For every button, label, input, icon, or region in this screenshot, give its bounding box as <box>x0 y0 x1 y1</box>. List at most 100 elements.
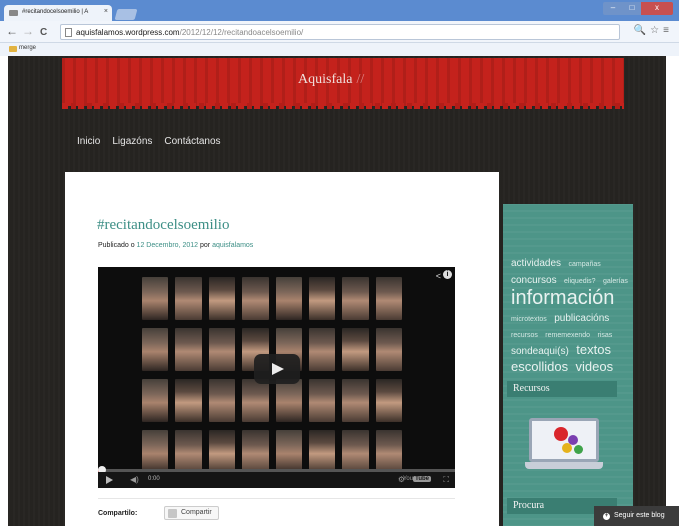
play-button[interactable] <box>254 354 300 384</box>
face-thumbnail <box>242 277 269 320</box>
favicon-icon <box>9 10 18 16</box>
main-nav: Inicio Ligazóns Contáctanos <box>77 136 221 147</box>
face-thumbnail <box>208 328 236 371</box>
web-page: Aquisfala// Inicio Ligazóns Contáctanos … <box>8 56 666 526</box>
share-icon <box>168 509 177 518</box>
forward-button[interactable]: → <box>22 25 34 38</box>
face-thumbnail <box>275 430 302 473</box>
tag-link[interactable]: galerías <box>603 278 628 285</box>
bookmark-label: merge <box>19 45 37 51</box>
tag-link[interactable]: rememexendo <box>545 332 590 339</box>
tag-link[interactable]: microtextos <box>511 316 547 323</box>
tag-link[interactable]: campañas <box>568 261 600 268</box>
tag-link[interactable]: recursos <box>511 332 538 339</box>
post-content: #recitandocelsoemilio Publicado o 12 Dec… <box>65 172 499 526</box>
face-thumbnail <box>375 379 402 422</box>
close-window-button[interactable]: x <box>641 2 673 15</box>
tag-link[interactable]: información <box>511 287 614 309</box>
nav-item-ligazons[interactable]: Ligazóns <box>112 136 152 147</box>
face-thumbnail <box>275 379 302 422</box>
window-controls: – □ x <box>603 2 673 16</box>
bookmark-folder[interactable]: merge <box>9 45 37 52</box>
face-thumbnail <box>208 379 236 422</box>
share-label: Compartilo: <box>98 510 138 517</box>
face-thumbnail <box>308 430 336 473</box>
face-thumbnail <box>175 277 202 320</box>
laptop-screen <box>529 418 599 462</box>
tag-link[interactable]: risas <box>598 332 613 339</box>
recursos-laptop-image[interactable] <box>525 418 603 474</box>
volume-icon[interactable]: ◀) <box>130 475 139 484</box>
share-button[interactable]: Compartir <box>164 506 219 520</box>
face-thumbnail <box>242 430 269 473</box>
tag-link[interactable]: actividades <box>511 258 561 269</box>
face-thumbnail <box>342 379 369 422</box>
face-thumbnail <box>142 277 169 320</box>
laptop-base <box>525 462 603 469</box>
video-share-icon[interactable]: < <box>436 271 441 281</box>
small-play-icon[interactable] <box>106 476 113 484</box>
maximize-button[interactable]: □ <box>623 2 641 15</box>
face-thumbnail <box>142 430 169 473</box>
face-thumbnail <box>375 277 402 320</box>
nav-item-contactanos[interactable]: Contáctanos <box>164 136 220 147</box>
follow-label: Seguir este blog <box>614 512 665 519</box>
site-title[interactable]: Aquisfala// <box>298 72 364 88</box>
video-controls: ◀) 0:00 ⚙ You Tube ⛶ <box>98 472 455 488</box>
back-button[interactable]: ← <box>6 25 18 38</box>
browser-tab[interactable]: #recitandocelsoemilio | A × <box>4 5 112 21</box>
post-title[interactable]: #recitandocelsoemilio <box>97 217 229 234</box>
author-link[interactable]: aquisfalamos <box>212 242 253 249</box>
face-thumbnail <box>342 328 369 371</box>
face-thumbnail <box>208 430 236 473</box>
face-thumbnail <box>275 277 302 320</box>
plus-icon: + <box>603 513 610 520</box>
face-thumbnail <box>308 277 336 320</box>
tag-link[interactable]: concursos <box>511 275 557 286</box>
address-bar[interactable]: aquisfalamos.wordpress.com/2012/12/12/re… <box>60 24 620 40</box>
tab-close-icon[interactable]: × <box>104 8 108 15</box>
face-thumbnail <box>342 277 369 320</box>
follow-blog-button[interactable]: + Seguir este blog <box>594 506 679 526</box>
share-row: Compartilo: Compartir <box>98 498 455 520</box>
face-thumbnail <box>308 379 336 422</box>
browser-chrome: #recitandocelsoemilio | A × – □ x ← → C … <box>0 0 679 56</box>
share-button-label: Compartir <box>181 509 212 516</box>
tag-cloud: actividades campañas concursos eliquedis… <box>511 254 631 376</box>
tab-strip: #recitandocelsoemilio | A × – □ x <box>0 0 679 21</box>
yellow-ball <box>562 443 572 453</box>
tag-link[interactable]: publicacións <box>554 313 609 324</box>
folder-icon <box>9 46 17 52</box>
tag-link[interactable]: eliquedis? <box>564 278 596 285</box>
nav-item-inicio[interactable]: Inicio <box>77 136 100 147</box>
sidebar: actividades campañas concursos eliquedis… <box>503 204 633 526</box>
video-time: 0:00 <box>148 476 160 482</box>
post-meta: Publicado o 12 Decembro, 2012 por aquisf… <box>98 242 253 249</box>
face-thumbnail <box>375 430 402 473</box>
page-icon <box>65 28 72 37</box>
tag-link[interactable]: textos <box>576 342 611 357</box>
meta-prefix: Publicado o <box>98 242 135 249</box>
face-thumbnail <box>142 328 169 371</box>
tag-link[interactable]: sondeaqui(s) <box>511 346 569 357</box>
new-tab-button[interactable] <box>114 9 138 20</box>
face-thumbnail <box>142 379 169 422</box>
fullscreen-icon[interactable]: ⛶ <box>443 475 449 485</box>
toolbar-icons[interactable]: 🔍☆≡ <box>634 25 673 36</box>
video-info-icon[interactable]: i <box>443 270 452 279</box>
youtube-logo[interactable]: You Tube <box>403 476 431 482</box>
recursos-widget-title: Recursos <box>507 381 617 397</box>
reload-button[interactable]: C <box>40 26 47 39</box>
face-thumbnail <box>308 328 336 371</box>
green-ball <box>574 445 583 454</box>
video-player[interactable]: < i ◀) 0:00 ⚙ You Tube ⛶ <box>98 267 455 488</box>
post-date-link[interactable]: 12 Decembro, 2012 <box>137 242 198 249</box>
youtube-logo-text: You <box>402 476 414 482</box>
face-thumbnail <box>175 379 202 422</box>
tag-link[interactable]: escollidos <box>511 359 568 374</box>
face-thumbnail <box>175 328 202 371</box>
tab-title: #recitandocelsoemilio | A <box>22 9 89 15</box>
tag-link[interactable]: videos <box>576 359 614 374</box>
face-thumbnail <box>208 277 236 320</box>
minimize-button[interactable]: – <box>603 2 623 15</box>
